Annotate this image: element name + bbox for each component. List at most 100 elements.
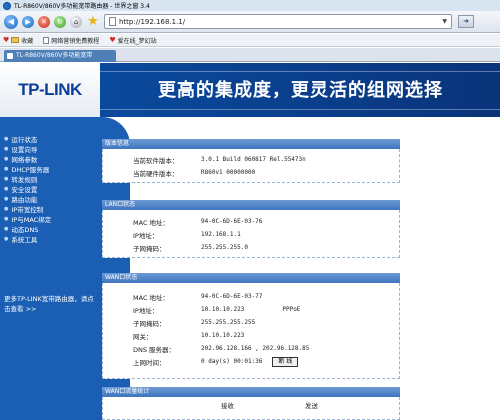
bookmark-label: 收藏 bbox=[21, 37, 34, 45]
bullet-icon: ● bbox=[4, 186, 9, 192]
banner-decoration bbox=[100, 71, 500, 72]
bookmark-dream-site[interactable]: ♥ 爱在线_梦幻站 bbox=[109, 36, 156, 45]
sidebar-menu: ● 运行状态 ● 设置向导 ● 网络参数 ● DHCP服务器 ● 转发规则 ● 安全设置 ●… bbox=[0, 117, 100, 420]
menu-item-network[interactable]: ● 网络参数 bbox=[4, 154, 100, 164]
address-dropdown-icon[interactable]: ▼ bbox=[442, 18, 447, 25]
menu-item-ddns[interactable]: ● 动态DNS bbox=[4, 224, 100, 234]
row-value: 192.168.1.1 bbox=[201, 231, 241, 238]
menu-label: 路由功能 bbox=[11, 196, 38, 204]
menu-label: 安全设置 bbox=[11, 186, 38, 194]
row-value: 0 day(s) 00:01:36 bbox=[201, 358, 263, 365]
bookmark-label: 爱在线_梦幻站 bbox=[117, 37, 157, 45]
menu-label: 运行状态 bbox=[11, 136, 38, 144]
row-label: 子网掩码： bbox=[133, 244, 166, 253]
bullet-icon: ● bbox=[4, 176, 9, 182]
menu-item-bandwidth[interactable]: ● IP带宽控制 bbox=[4, 204, 100, 214]
section-header: WAN口流量统计 bbox=[102, 387, 400, 397]
banner-decoration bbox=[100, 109, 500, 110]
go-button[interactable]: ➜ bbox=[458, 15, 474, 28]
address-bar[interactable]: http://192.168.1.1/ ▼ bbox=[104, 14, 452, 29]
bullet-icon: ● bbox=[4, 146, 9, 152]
home-icon[interactable]: ⌂ bbox=[70, 15, 82, 28]
info-row: 当前硬件版本： R860v1 00000000 bbox=[103, 166, 399, 179]
menu-item-wizard[interactable]: ● 设置向导 bbox=[4, 144, 100, 154]
row-value: 202.96.128.166 , 202.96.128.85 bbox=[201, 345, 310, 352]
row-value: 255.255.255.0 bbox=[201, 244, 248, 251]
wan-section: WAN口状态 MAC 地址： 94-0C-6D-6E-03-77 IP地址： 1… bbox=[102, 273, 400, 379]
refresh-icon[interactable]: ↻ bbox=[54, 15, 66, 28]
menu-item-dhcp[interactable]: ● DHCP服务器 bbox=[4, 164, 100, 174]
info-row: MAC 地址： 94-0C-6D-6E-03-76 bbox=[103, 215, 399, 228]
section-body: MAC 地址： 94-0C-6D-6E-03-77 IP地址： 10.10.10… bbox=[102, 283, 400, 379]
bullet-icon: ● bbox=[4, 136, 9, 142]
menu-label: IP与MAC绑定 bbox=[11, 216, 52, 224]
row-value: 255.255.255.255 bbox=[201, 319, 256, 326]
row-value: 10.10.10.223 bbox=[201, 306, 245, 313]
row-label: 上网时间： bbox=[133, 358, 166, 367]
menu-label: DHCP服务器 bbox=[11, 166, 50, 174]
version-section: 版本信息 当前软件版本： 3.0.1 Build 060817 Rel.5547… bbox=[102, 139, 400, 183]
info-row: 上网时间： 0 day(s) 00:01:36 断 线 bbox=[103, 355, 399, 368]
section-body: MAC 地址： 94-0C-6D-6E-03-76 IP地址： 192.168.… bbox=[102, 210, 400, 258]
menu-item-security[interactable]: ● 安全设置 bbox=[4, 184, 100, 194]
row-label: IP地址： bbox=[133, 306, 159, 315]
row-value: R860v1 00000000 bbox=[201, 169, 256, 176]
row-label: 网关： bbox=[133, 332, 153, 341]
bullet-icon: ● bbox=[4, 206, 9, 212]
folder-icon bbox=[11, 37, 20, 43]
row-value: 94-0C-6D-6E-03-76 bbox=[201, 218, 263, 225]
info-row: 子网掩码： 255.255.255.0 bbox=[103, 241, 399, 254]
menu-label: 动态DNS bbox=[11, 226, 39, 234]
page-icon bbox=[43, 36, 50, 44]
menu-item-routing[interactable]: ● 路由功能 bbox=[4, 194, 100, 204]
menu-label: 系统工具 bbox=[11, 236, 38, 244]
bullet-icon: ● bbox=[4, 166, 9, 172]
connection-type: PPPoE bbox=[282, 306, 301, 313]
info-row: IP地址： 10.10.10.223 PPPoE bbox=[103, 303, 399, 316]
heart-icon: ♥ bbox=[109, 36, 116, 44]
menu-item-ip-mac-binding[interactable]: ● IP与MAC绑定 bbox=[4, 214, 100, 224]
row-label: 当前硬件版本： bbox=[133, 169, 179, 178]
stats-column-received: 接收 bbox=[221, 402, 234, 410]
page-icon bbox=[109, 17, 116, 26]
bookmark-tutorial[interactable]: 网络营销免费教程 bbox=[43, 36, 99, 45]
bullet-icon: ● bbox=[4, 156, 9, 162]
menu-item-system-tools[interactable]: ● 系统工具 bbox=[4, 234, 100, 244]
row-label: DNS 服务器： bbox=[133, 345, 176, 354]
section-header: WAN口状态 bbox=[102, 273, 400, 283]
stats-column-sent: 发送 bbox=[305, 402, 318, 410]
stop-icon[interactable]: ✕ bbox=[38, 15, 50, 28]
menu-label: 设置向导 bbox=[11, 146, 38, 154]
tab-page-icon bbox=[7, 53, 13, 59]
window-titlebar: TL-R860V/860V多功能宽带路由器 - 世界之窗 3.4 bbox=[0, 0, 500, 11]
more-products-link[interactable]: 更多TP-LINK宽带路由器，请点击查看 >> bbox=[4, 294, 98, 314]
menu-item-status[interactable]: ● 运行状态 bbox=[4, 134, 100, 144]
wan-stats-section: WAN口流量统计 接收 发送 bbox=[102, 387, 400, 420]
info-row: 当前软件版本： 3.0.1 Build 060817 Rel.55473n bbox=[103, 153, 399, 166]
forward-icon[interactable]: ▶ bbox=[22, 15, 34, 28]
row-label: 子网掩码： bbox=[133, 319, 166, 328]
tab-router[interactable]: TL-R860V/860V多功能宽带 bbox=[4, 50, 116, 62]
row-value: 10.10.10.223 bbox=[201, 332, 245, 339]
info-row: DNS 服务器： 202.96.128.166 , 202.96.128.85 bbox=[103, 342, 399, 355]
info-row: IP地址： 192.168.1.1 bbox=[103, 228, 399, 241]
back-icon[interactable]: ◀ bbox=[4, 14, 18, 29]
menu-label: IP带宽控制 bbox=[11, 206, 44, 214]
tab-label: TL-R860V/860V多功能宽带 bbox=[16, 52, 93, 59]
section-header: 版本信息 bbox=[102, 139, 400, 149]
section-body: 当前软件版本： 3.0.1 Build 060817 Rel.55473n 当前… bbox=[102, 149, 400, 183]
bookmarks-bar: ♥ 收藏 网络营销免费教程 ♥ 爱在线_梦幻站 bbox=[0, 34, 500, 47]
bookmark-favorites[interactable]: ♥ 收藏 bbox=[3, 36, 33, 45]
page-banner: TP-LINK 更高的集成度，更灵活的组网选择 bbox=[0, 63, 500, 117]
info-row: MAC 地址： 94-0C-6D-6E-03-77 bbox=[103, 290, 399, 303]
favorite-star-icon[interactable]: ★ bbox=[86, 14, 100, 29]
banner-slogan: 更高的集成度，更灵活的组网选择 bbox=[158, 80, 443, 101]
row-label: MAC 地址： bbox=[133, 218, 170, 227]
bullet-icon: ● bbox=[4, 196, 9, 202]
row-label: MAC 地址： bbox=[133, 293, 170, 302]
address-input[interactable]: http://192.168.1.1/ bbox=[119, 18, 439, 26]
row-value: 3.0.1 Build 060817 Rel.55473n bbox=[201, 156, 306, 163]
bullet-icon: ● bbox=[4, 236, 9, 242]
disconnect-button[interactable]: 断 线 bbox=[272, 356, 299, 367]
menu-item-forwarding[interactable]: ● 转发规则 bbox=[4, 174, 100, 184]
